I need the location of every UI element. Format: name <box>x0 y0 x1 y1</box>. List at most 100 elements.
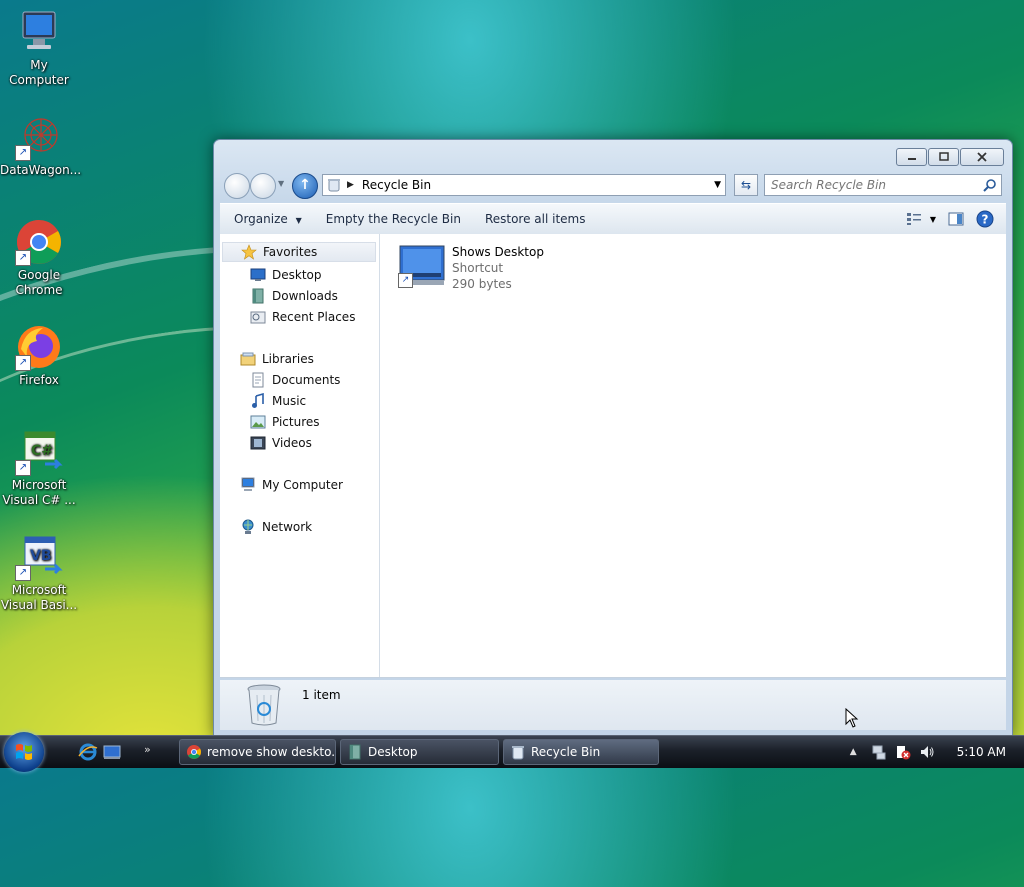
organize-button[interactable]: Organize ▼ <box>220 212 312 226</box>
nav-item-music[interactable]: Music <box>250 391 306 411</box>
views-icon <box>906 213 921 225</box>
file-item[interactable]: ↗ Shows Desktop Shortcut 290 bytes <box>398 244 544 292</box>
nav-label: My Computer <box>262 478 343 492</box>
firefox-icon: ↗ <box>15 323 63 371</box>
show-desktop-icon[interactable] <box>102 742 122 762</box>
desktop-icon-label: My Computer <box>9 58 69 87</box>
nav-item-desktop[interactable]: Desktop <box>250 265 322 285</box>
item-count: 1 item <box>302 688 341 702</box>
star-icon <box>241 244 257 260</box>
nav-label: Videos <box>272 436 312 450</box>
address-dropdown-icon[interactable]: ▼ <box>714 180 721 190</box>
quick-launch-overflow-icon[interactable]: » <box>144 743 151 756</box>
nav-label: Music <box>272 394 307 408</box>
task-label: Recycle Bin <box>531 745 601 759</box>
search-icon[interactable] <box>983 178 997 192</box>
desktop-icon <box>250 268 266 281</box>
refresh-icon: ⇆ <box>740 178 752 192</box>
desktop-icon-visual-basic[interactable]: VB ↗ Microsoft Visual Basi... <box>0 533 78 613</box>
file-size: 290 bytes <box>452 277 512 291</box>
address-row: ▼ ↑ ▶ Recycle Bin ▼ ⇆ <box>222 173 1004 199</box>
desktop-icon-label: Google Chrome <box>15 268 63 297</box>
start-button[interactable] <box>4 732 44 772</box>
minimize-button[interactable] <box>896 148 927 166</box>
help-icon[interactable]: ? <box>976 210 994 228</box>
music-icon <box>252 393 264 408</box>
taskbar-button-recycle-bin[interactable]: Recycle Bin <box>503 739 659 765</box>
videos-icon <box>250 436 266 450</box>
recycle-bin-icon <box>328 179 340 192</box>
restore-all-items-button[interactable]: Restore all items <box>471 212 596 226</box>
organize-label: Organize <box>234 212 288 226</box>
desktop-icon-firefox[interactable]: ↗ Firefox <box>0 323 78 388</box>
folder-icon <box>349 744 361 760</box>
nav-item-favorites[interactable]: Favorites <box>222 242 376 262</box>
breadcrumb-recycle-bin[interactable]: Recycle Bin <box>362 178 431 192</box>
views-button[interactable]: ▼ <box>906 212 936 226</box>
taskbar-button-chrome[interactable]: remove show deskto... <box>179 739 336 765</box>
nav-item-network[interactable]: Network <box>240 517 312 537</box>
shortcut-arrow-icon: ↗ <box>398 273 413 288</box>
nav-item-videos[interactable]: Videos <box>250 433 312 453</box>
file-type: Shortcut <box>452 261 504 275</box>
nav-label: Documents <box>272 373 341 387</box>
search-box[interactable] <box>764 174 1002 196</box>
svg-text:VB: VB <box>30 548 52 564</box>
recent-pages-dropdown-icon[interactable]: ▼ <box>278 179 284 188</box>
nav-item-downloads[interactable]: Downloads <box>250 286 338 306</box>
shortcut-arrow-icon: ↗ <box>15 565 31 581</box>
nav-item-pictures[interactable]: Pictures <box>250 412 320 432</box>
nav-label: Desktop <box>272 268 322 282</box>
desktop-icon-label: Microsoft Visual Basi... <box>0 583 78 612</box>
action-center-alert-icon[interactable] <box>895 744 911 760</box>
nav-label: Recent Places <box>272 310 356 324</box>
nav-label: Favorites <box>263 245 318 259</box>
volume-icon[interactable] <box>919 744 935 760</box>
libraries-icon <box>240 352 256 366</box>
desktop-icon-visual-csharp[interactable]: C# ↗ Microsoft Visual C# ... <box>0 428 78 508</box>
internet-explorer-icon[interactable] <box>78 742 98 762</box>
address-bar[interactable]: ▶ Recycle Bin ▼ <box>322 174 726 196</box>
taskbar-button-desktop[interactable]: Desktop <box>340 739 499 765</box>
maximize-button[interactable] <box>928 148 959 166</box>
toolbar-right: ▼ ? <box>906 210 994 228</box>
explorer-window: ▼ ↑ ▶ Recycle Bin ▼ ⇆ Organize ▼ <box>213 139 1013 737</box>
close-button[interactable] <box>960 148 1004 166</box>
nav-item-libraries[interactable]: Libraries <box>240 349 314 369</box>
back-button[interactable] <box>224 173 250 199</box>
datawagon-icon: ↗ <box>15 113 63 161</box>
recycle-bin-icon <box>512 746 524 760</box>
show-hidden-icons-icon[interactable]: ▲ <box>850 747 857 757</box>
breadcrumb-arrow-icon[interactable]: ▶ <box>347 180 354 190</box>
file-meta: Shows Desktop Shortcut 290 bytes <box>452 244 544 292</box>
network-icon <box>242 519 254 534</box>
visual-basic-icon: VB ↗ <box>15 533 63 581</box>
nav-item-documents[interactable]: Documents <box>250 370 340 390</box>
computer-icon <box>15 8 63 56</box>
desktop-icon-label: DataWagon... <box>0 163 82 177</box>
computer-icon <box>241 477 255 491</box>
desktop-icon-my-computer[interactable]: My Computer <box>0 8 78 88</box>
preview-pane-icon[interactable] <box>948 212 964 226</box>
mouse-cursor-icon <box>845 708 859 728</box>
desktop-icon-label: Microsoft Visual C# ... <box>2 478 76 507</box>
forward-button[interactable] <box>250 173 276 199</box>
maximize-icon <box>938 152 949 161</box>
search-input[interactable] <box>765 177 983 193</box>
nav-label: Libraries <box>262 352 314 366</box>
empty-recycle-bin-button[interactable]: Empty the Recycle Bin <box>312 212 471 226</box>
chevron-down-icon: ▼ <box>295 216 302 225</box>
visual-csharp-icon: C# ↗ <box>15 428 63 476</box>
refresh-button[interactable]: ⇆ <box>734 174 758 196</box>
nav-item-my-computer[interactable]: My Computer <box>240 475 343 495</box>
nav-item-recent-places[interactable]: Recent Places <box>250 307 355 327</box>
chevron-down-icon: ▼ <box>929 214 936 224</box>
desktop-icon-datawagon[interactable]: ↗ DataWagon... <box>0 113 82 178</box>
clock[interactable]: 5:10 AM <box>957 745 1006 759</box>
shortcut-arrow-icon: ↗ <box>15 460 31 476</box>
arrow-up-icon: ↑ <box>299 177 311 193</box>
up-button[interactable]: ↑ <box>292 173 318 199</box>
desktop-icon-google-chrome[interactable]: ↗ Google Chrome <box>0 218 78 298</box>
network-status-icon[interactable] <box>871 744 887 760</box>
pictures-icon <box>250 415 266 429</box>
